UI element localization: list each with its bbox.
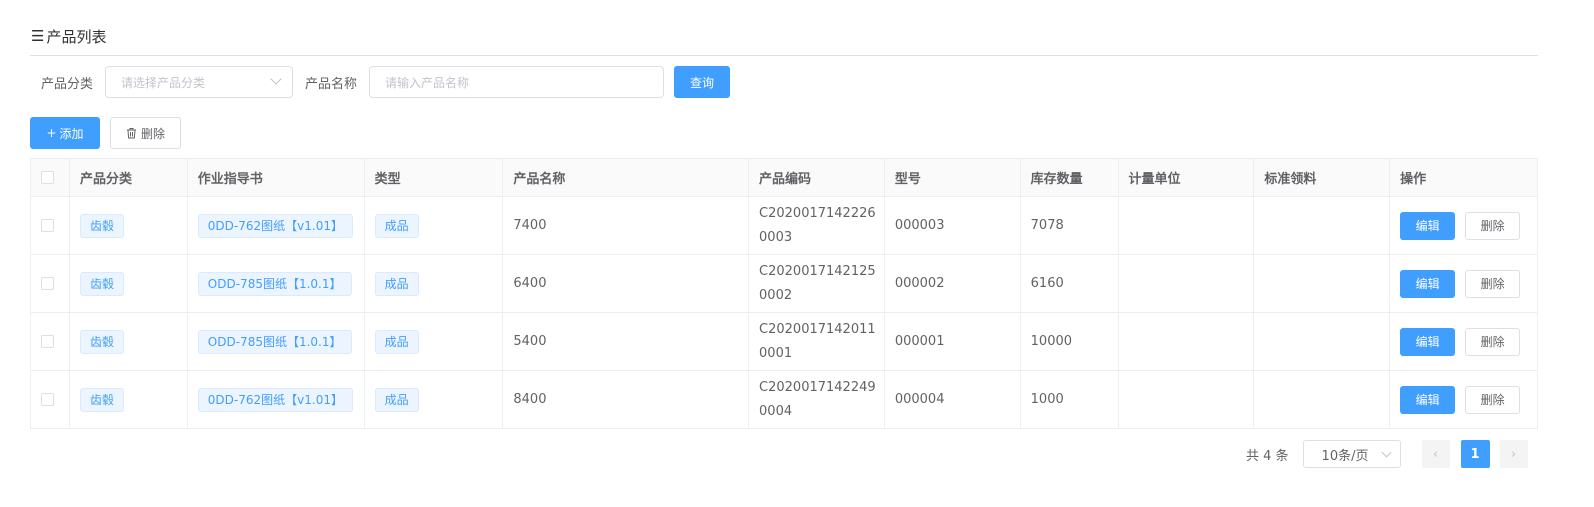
unit-cell — [1119, 371, 1255, 428]
product-name-input[interactable]: 请输入产品名称 — [369, 66, 665, 98]
standard-cell — [1254, 255, 1391, 312]
header-stock: 库存数量 — [1021, 159, 1119, 196]
category-select[interactable]: 请选择产品分类 — [105, 66, 294, 98]
delete-button[interactable]: 删除 — [1465, 327, 1521, 356]
edit-button[interactable]: 编辑 — [1400, 269, 1456, 298]
instruction-tag[interactable]: ODD-785图纸【1.0.1】 — [197, 271, 352, 296]
delete-button[interactable]: 删除 — [1465, 269, 1521, 298]
batch-delete-button[interactable]: 删除 — [110, 117, 181, 149]
header-category: 产品分类 — [70, 159, 188, 196]
prev-page-button[interactable]: ‹ — [1421, 440, 1450, 468]
type-tag: 成品 — [374, 329, 419, 354]
page-title: 产品列表 — [46, 28, 107, 46]
product-code-cell: C20200171420110001 — [759, 321, 876, 361]
toolbar: + 添加 删除 — [30, 117, 181, 149]
standard-cell — [1254, 313, 1391, 370]
unit-cell — [1119, 197, 1255, 254]
add-button-label: 添加 — [59, 126, 84, 141]
query-button[interactable]: 查询 — [674, 66, 731, 98]
table-row: 齿毂 0DD-762图纸【v1.01】 成品 7400 C20200171422… — [31, 197, 1537, 255]
header-instruction: 作业指导书 — [188, 159, 365, 196]
plus-icon: + — [46, 126, 57, 140]
chevron-left-icon: ‹ — [1432, 446, 1439, 462]
instruction-tag[interactable]: 0DD-762图纸【v1.01】 — [197, 387, 353, 412]
category-tag: 齿毂 — [79, 271, 124, 296]
page-title-area: ☰ 产品列表 — [31, 26, 106, 47]
category-tag: 齿毂 — [79, 213, 124, 238]
page-size-value: 10条/页 — [1321, 448, 1369, 464]
table-row: 齿毂 0DD-762图纸【v1.01】 成品 8400 C20200171422… — [31, 371, 1537, 429]
instruction-tag[interactable]: ODD-785图纸【1.0.1】 — [197, 329, 352, 354]
product-name-cell: 5400 — [503, 313, 750, 370]
row-checkbox[interactable] — [41, 219, 54, 232]
stock-cell: 10000 — [1021, 313, 1119, 370]
header-unit: 计量单位 — [1119, 159, 1255, 196]
stock-cell: 7078 — [1021, 197, 1119, 254]
table-row: 齿毂 ODD-785图纸【1.0.1】 成品 6400 C20200171421… — [31, 255, 1537, 313]
title-divider — [30, 55, 1538, 56]
header-actions: 操作 — [1400, 172, 1427, 187]
menu-icon: ☰ — [31, 27, 45, 45]
standard-cell — [1254, 371, 1391, 428]
add-button[interactable]: + 添加 — [30, 117, 100, 149]
type-tag: 成品 — [374, 271, 419, 296]
edit-button[interactable]: 编辑 — [1400, 385, 1456, 414]
unit-cell — [1119, 313, 1255, 370]
delete-button[interactable]: 删除 — [1465, 385, 1521, 414]
pagination: 共 4 条 10条/页 ‹ 1 › — [1246, 440, 1528, 468]
page-number-current[interactable]: 1 — [1460, 440, 1490, 468]
chevron-down-icon — [1381, 447, 1391, 458]
product-name-placeholder: 请输入产品名称 — [385, 75, 470, 90]
delete-button[interactable]: 删除 — [1465, 211, 1521, 240]
product-name-cell: 6400 — [503, 255, 750, 312]
standard-cell — [1254, 197, 1391, 254]
category-tag: 齿毂 — [79, 329, 124, 354]
header-standard: 标准领料 — [1254, 159, 1391, 196]
instruction-tag[interactable]: 0DD-762图纸【v1.01】 — [197, 213, 353, 238]
page-size-select[interactable]: 10条/页 — [1302, 440, 1401, 468]
header-code: 产品编码 — [749, 159, 885, 196]
product-code-cell: C20200171421250002 — [759, 263, 876, 303]
total-count: 共 4 条 — [1246, 448, 1289, 464]
stock-cell: 6160 — [1021, 255, 1119, 312]
category-select-placeholder: 请选择产品分类 — [121, 75, 206, 90]
model-cell: 000001 — [885, 313, 1021, 370]
product-code-cell: C20200171422490004 — [759, 379, 876, 419]
next-page-button[interactable]: › — [1499, 440, 1528, 468]
category-tag: 齿毂 — [79, 387, 124, 412]
product-name-cell: 8400 — [503, 371, 750, 428]
table-row: 齿毂 ODD-785图纸【1.0.1】 成品 5400 C20200171420… — [31, 313, 1537, 371]
header-name: 产品名称 — [503, 159, 750, 196]
row-checkbox[interactable] — [41, 335, 54, 348]
trash-icon — [126, 128, 136, 139]
chevron-right-icon: › — [1510, 446, 1517, 462]
edit-button[interactable]: 编辑 — [1400, 327, 1456, 356]
table-header: 产品分类 作业指导书 类型 产品名称 产品编码 型号 库存数量 计量单位 标准领… — [31, 159, 1537, 197]
select-all-checkbox[interactable] — [41, 171, 54, 184]
filter-bar: 产品分类 请选择产品分类 产品名称 请输入产品名称 查询 — [41, 66, 731, 98]
name-filter-label: 产品名称 — [305, 76, 358, 92]
type-tag: 成品 — [374, 387, 419, 412]
type-tag: 成品 — [374, 213, 419, 238]
model-cell: 000004 — [885, 371, 1021, 428]
chevron-down-icon — [270, 73, 282, 85]
batch-delete-label: 删除 — [140, 126, 165, 141]
stock-cell: 1000 — [1021, 371, 1119, 428]
header-model: 型号 — [885, 159, 1021, 196]
row-checkbox[interactable] — [41, 277, 54, 290]
row-checkbox[interactable] — [41, 393, 54, 406]
unit-cell — [1119, 255, 1255, 312]
category-filter-label: 产品分类 — [41, 76, 94, 92]
product-table: 产品分类 作业指导书 类型 产品名称 产品编码 型号 库存数量 计量单位 标准领… — [30, 158, 1538, 429]
header-type: 类型 — [365, 159, 504, 196]
product-code-cell: C20200171422260003 — [759, 205, 876, 245]
model-cell: 000003 — [885, 197, 1021, 254]
edit-button[interactable]: 编辑 — [1400, 211, 1456, 240]
product-name-cell: 7400 — [503, 197, 750, 254]
model-cell: 000002 — [885, 255, 1021, 312]
